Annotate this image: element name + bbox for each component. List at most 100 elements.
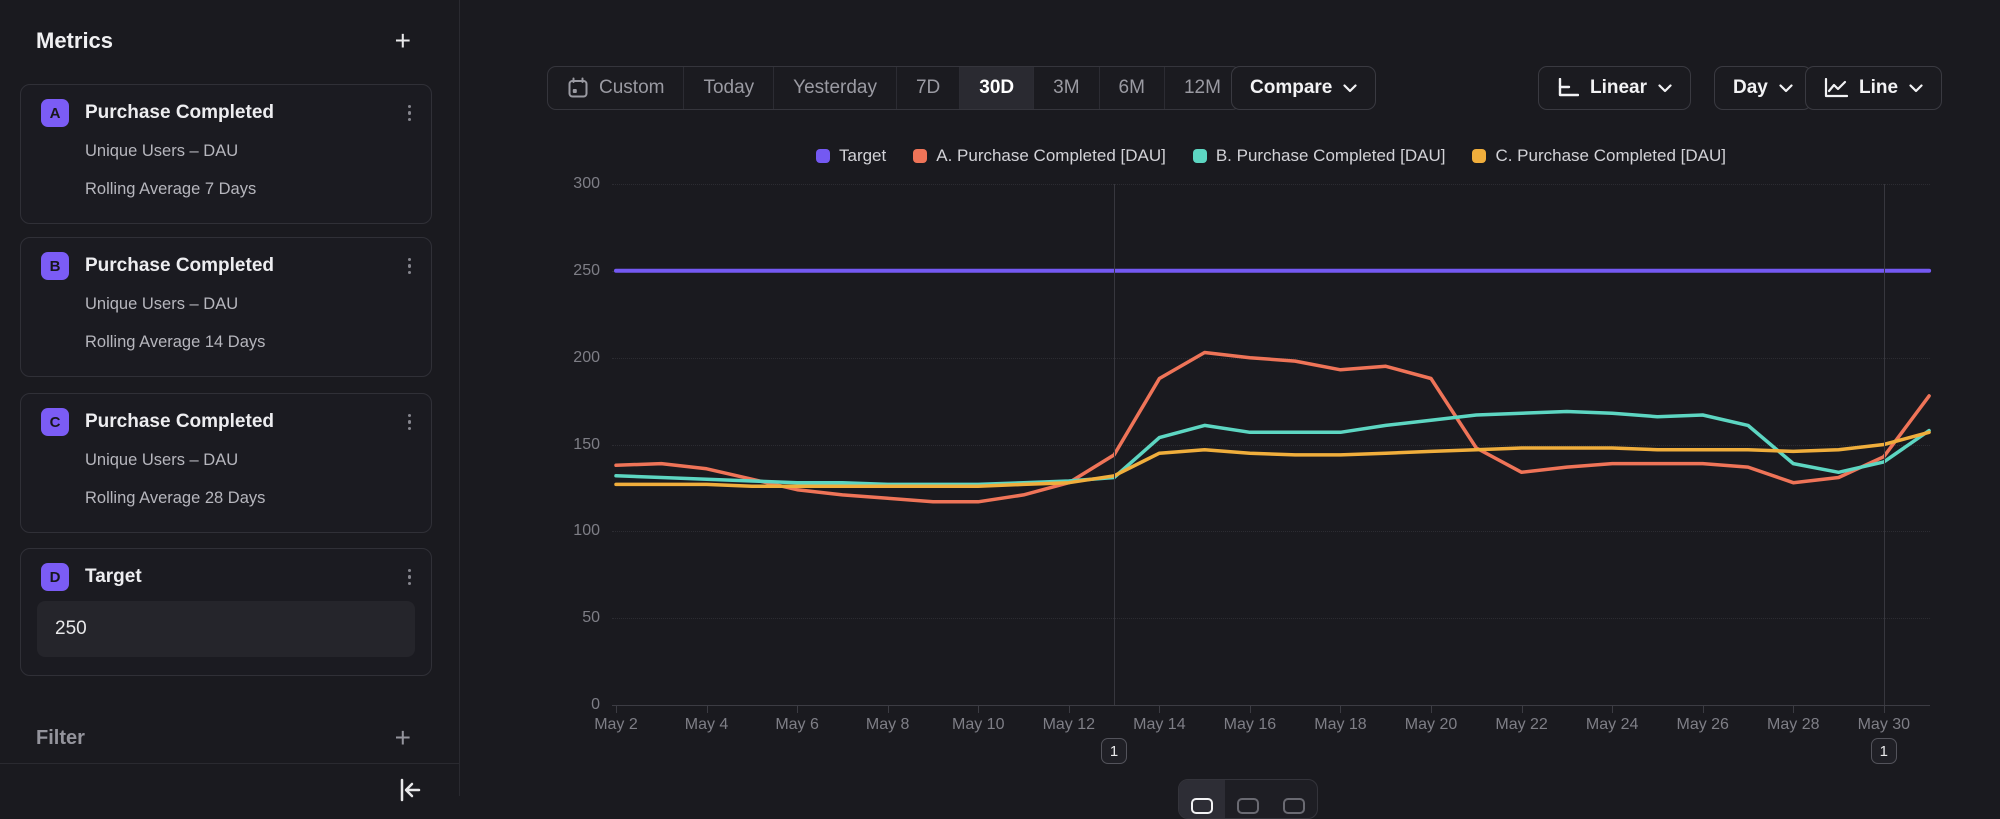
range-30d[interactable]: 30D (960, 67, 1034, 109)
x-axis-label: May 24 (1567, 716, 1657, 734)
x-axis-tick (1522, 705, 1523, 713)
chevron-down-icon (1779, 84, 1793, 93)
metric-card-header: DTarget (41, 563, 415, 591)
view-toggle-table-view[interactable] (1271, 780, 1317, 818)
legend-label: C. Purchase Completed [DAU] (1495, 146, 1726, 166)
scale-select-button[interactable]: Linear (1538, 66, 1691, 110)
x-axis-tick (1793, 705, 1794, 713)
chart-legend: Target A. Purchase Completed [DAU] B. Purc… (612, 146, 1930, 166)
range-12m[interactable]: 12M (1165, 67, 1240, 109)
legend-item[interactable]: C. Purchase Completed [DAU] (1472, 146, 1726, 166)
x-axis-label: May 26 (1658, 716, 1748, 734)
target-value-input[interactable]: 250 (37, 601, 415, 657)
row-chart-view-icon (1237, 798, 1259, 814)
kebab-menu-icon[interactable] (404, 101, 416, 126)
metric-card-d[interactable]: DTarget 250 (20, 548, 432, 676)
x-axis-label: May 6 (752, 716, 842, 734)
chevron-down-icon (1909, 84, 1923, 93)
x-axis-tick (888, 705, 889, 713)
metrics-header: Metrics + (36, 28, 411, 54)
collapse-sidebar-icon[interactable] (395, 776, 423, 804)
view-toggle-row-chart-view[interactable] (1225, 780, 1271, 818)
x-axis-tick (1340, 705, 1341, 713)
legend-swatch (1193, 149, 1207, 163)
x-axis-tick (616, 705, 617, 713)
compare-button[interactable]: Compare (1231, 66, 1376, 110)
x-axis-tick (1159, 705, 1160, 713)
metric-card-a[interactable]: APurchase CompletedUnique Users – DAURol… (20, 84, 432, 224)
metric-card-header: CPurchase Completed (41, 408, 415, 436)
add-filter-icon[interactable]: + (395, 726, 411, 750)
add-metric-icon[interactable]: + (395, 29, 411, 53)
x-axis-tick (1884, 705, 1885, 713)
metric-card-c[interactable]: CPurchase Completed Unique Users – DAU Rol… (20, 393, 432, 533)
range-label: 6M (1119, 77, 1145, 99)
chevron-down-icon (1658, 84, 1672, 93)
table-view-icon (1283, 798, 1305, 814)
legend-item[interactable]: Target (816, 146, 886, 166)
range-yesterday[interactable]: Yesterday (774, 67, 897, 109)
chart-series-svg (612, 184, 1930, 705)
range-label: 12M (1184, 77, 1221, 99)
metric-measure-label: Unique Users – DAU (85, 142, 238, 161)
annotation-line (1884, 184, 1885, 705)
chart-type-button[interactable]: Line (1805, 66, 1942, 110)
interval-select-button[interactable]: Day (1714, 66, 1812, 110)
gridline-y-0 (612, 705, 1930, 706)
metric-title: Purchase Completed (85, 102, 404, 124)
annotation-badge[interactable]: 1 (1871, 738, 1897, 764)
metric-card-b[interactable]: BPurchase CompletedUnique Users – DAURol… (20, 237, 432, 377)
range-today[interactable]: Today (684, 67, 774, 109)
x-axis-label: May 10 (933, 716, 1023, 734)
legend-swatch (1472, 149, 1486, 163)
legend-item[interactable]: A. Purchase Completed [DAU] (913, 146, 1166, 166)
range-6m[interactable]: 6M (1100, 67, 1165, 109)
x-axis-label: May 8 (843, 716, 933, 734)
x-axis-label: May 14 (1114, 716, 1204, 734)
kebab-menu-icon[interactable] (404, 254, 416, 279)
x-axis-label: May 2 (571, 716, 661, 734)
calendar-icon (567, 77, 589, 99)
y-axis-label: 150 (512, 436, 600, 454)
metric-rolling-average-label: Rolling Average 28 Days (85, 489, 265, 508)
range-label: 3M (1053, 77, 1079, 99)
kebab-menu-icon[interactable] (404, 410, 416, 435)
linear-axis-icon (1557, 78, 1579, 98)
x-axis-tick (797, 705, 798, 713)
range-7d[interactable]: 7D (897, 67, 960, 109)
metric-title: Purchase Completed (85, 411, 404, 433)
x-axis-label: May 30 (1839, 716, 1929, 734)
range-label: Today (703, 77, 754, 99)
compare-label: Compare (1250, 77, 1332, 99)
metric-measure-label: Unique Users – DAU (85, 451, 238, 470)
metric-rolling-average-label: Rolling Average 7 Days (85, 180, 256, 199)
kebab-menu-icon[interactable] (404, 565, 416, 590)
range-3m[interactable]: 3M (1034, 67, 1099, 109)
series-line-c (616, 432, 1929, 486)
metric-title: Purchase Completed (85, 255, 404, 277)
line-chart-icon (1824, 78, 1848, 98)
x-axis-tick (1069, 705, 1070, 713)
filter-title: Filter (36, 727, 85, 750)
x-axis-label: May 4 (662, 716, 752, 734)
range-custom[interactable]: Custom (548, 67, 684, 109)
metric-measure-label: Unique Users – DAU (85, 295, 238, 314)
series-line-a (616, 353, 1929, 502)
metrics-title: Metrics (36, 28, 113, 54)
chevron-down-icon (1343, 84, 1357, 93)
x-axis-label: May 12 (1024, 716, 1114, 734)
legend-label: B. Purchase Completed [DAU] (1216, 146, 1446, 166)
x-axis-tick (1431, 705, 1432, 713)
sidebar-divider (0, 763, 459, 764)
metric-badge-b: B (41, 252, 69, 280)
x-axis-label: May 22 (1477, 716, 1567, 734)
legend-swatch (913, 149, 927, 163)
view-toggle-group (1178, 779, 1318, 819)
x-axis-label: May 18 (1295, 716, 1385, 734)
x-axis-tick (707, 705, 708, 713)
legend-item[interactable]: B. Purchase Completed [DAU] (1193, 146, 1446, 166)
x-axis-tick (978, 705, 979, 713)
annotation-badge[interactable]: 1 (1101, 738, 1127, 764)
view-toggle-line-chart-view[interactable] (1179, 780, 1225, 818)
legend-label: Target (839, 146, 886, 166)
